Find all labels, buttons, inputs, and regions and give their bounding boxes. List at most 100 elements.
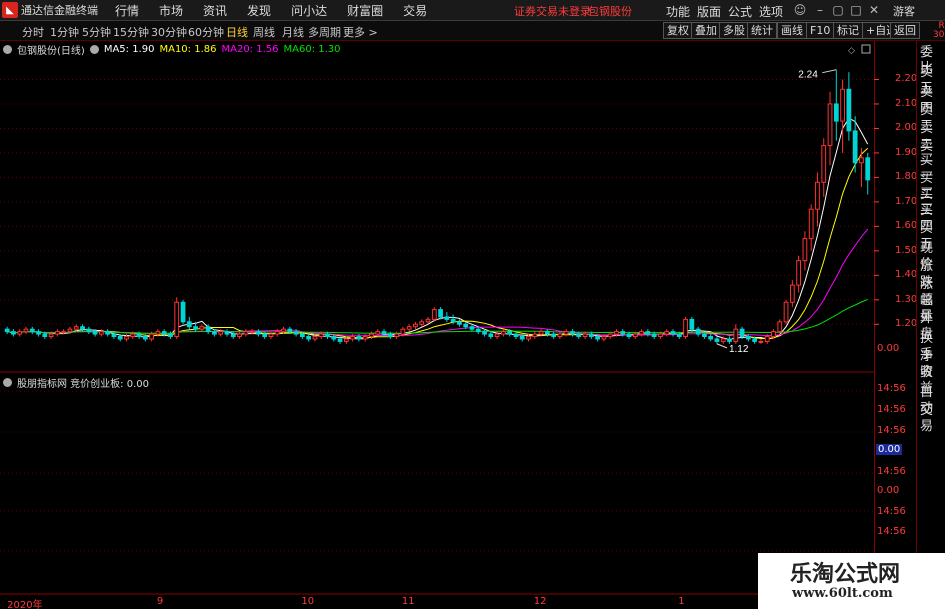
- side-item-20[interactable]: 交易: [920, 403, 945, 435]
- price-label-0: 1.20: [895, 318, 918, 330]
- guest-login[interactable]: 游客: [893, 3, 915, 19]
- toolbar-button-6[interactable]: 标记: [833, 22, 863, 39]
- candle-body: [507, 331, 513, 335]
- menu-item-4[interactable]: 问小达: [291, 2, 327, 19]
- watermark-title: 乐淘公式网: [790, 561, 901, 587]
- candle-body: [29, 328, 35, 333]
- candle-body: [117, 336, 123, 340]
- price-label-6: 1.80: [895, 171, 918, 183]
- sub-axis-label-2: 14:56: [877, 404, 906, 415]
- period-6[interactable]: 日线: [226, 24, 248, 40]
- menu-function[interactable]: 功能: [666, 3, 690, 20]
- side-r-badge: R 300: [933, 22, 945, 40]
- candle-body: [42, 333, 48, 338]
- candle-body: [808, 208, 814, 240]
- toolbar-button-1[interactable]: 叠加: [691, 22, 721, 39]
- menu-layout[interactable]: 版面: [697, 3, 721, 20]
- series-ma10: [7, 147, 869, 339]
- menu-formula[interactable]: 公式: [728, 3, 752, 20]
- candle-body: [664, 331, 670, 335]
- candle-body: [168, 333, 173, 338]
- candle-body: [821, 145, 827, 183]
- period-9[interactable]: 多周期: [308, 24, 341, 40]
- maximize-icon[interactable]: □: [848, 2, 864, 18]
- candle-body: [733, 328, 739, 342]
- candle-body: [80, 326, 85, 330]
- candle-body: [23, 328, 29, 333]
- candle-body: [337, 338, 343, 342]
- candle-body: [752, 338, 758, 342]
- series-ma60: [7, 298, 868, 334]
- series-ma5: [7, 117, 869, 341]
- period-3[interactable]: 15分钟: [113, 24, 149, 40]
- price-label-9: 2.10: [895, 97, 918, 109]
- candle-body: [702, 333, 707, 338]
- candle-body: [595, 336, 600, 340]
- trade-login-notice[interactable]: 证券交易未登录: [514, 3, 591, 19]
- candle-body: [658, 333, 663, 338]
- candle-body: [494, 333, 500, 338]
- candle-body: [343, 338, 349, 342]
- period-2[interactable]: 5分钟: [82, 24, 111, 40]
- toolbar-button-8[interactable]: 返回: [890, 22, 920, 39]
- user-icon[interactable]: ☺: [792, 2, 808, 18]
- period-4[interactable]: 30分钟: [151, 24, 187, 40]
- restore-icon[interactable]: ▢: [830, 2, 846, 18]
- menu-item-2[interactable]: 资讯: [203, 2, 227, 19]
- toolbar-button-4[interactable]: 画线: [777, 22, 807, 39]
- candle-body: [105, 331, 111, 335]
- menu-item-6[interactable]: 交易: [403, 2, 427, 19]
- menu-item-5[interactable]: 财富圈: [347, 2, 383, 19]
- candle-body: [180, 301, 186, 323]
- candle-body: [4, 328, 10, 333]
- period-8[interactable]: 月线: [282, 24, 304, 40]
- period-5[interactable]: 60分钟: [188, 24, 224, 40]
- candle-body: [400, 328, 406, 335]
- legend-toggle-icon[interactable]: [89, 45, 99, 54]
- period-10[interactable]: 更多 >: [343, 24, 378, 40]
- indicator-chart[interactable]: [0, 373, 874, 595]
- time-tick-2: 10: [301, 596, 315, 607]
- period-1[interactable]: 1分钟: [50, 24, 79, 40]
- candle-body: [626, 333, 632, 338]
- toolbar-button-5[interactable]: F10: [806, 22, 835, 39]
- period-toolbar: 分时 1分钟 5分钟 15分钟 30分钟 60分钟 日线 周线 月线 多周期 更多 > 复权 叠加 多股统…: [0, 21, 945, 41]
- kline-chart[interactable]: 2.24 1.12 ◇: [0, 41, 874, 373]
- candle-body: [463, 323, 469, 328]
- legend-toggle-icon[interactable]: [3, 45, 12, 54]
- toolbar-button-2[interactable]: 多股: [719, 22, 749, 39]
- current-stock-name[interactable]: 包钢股份: [588, 3, 632, 19]
- candle-body: [224, 331, 230, 335]
- ma10-label: MA10: 1.86: [159, 44, 217, 55]
- toolbar-button-3[interactable]: 统计: [747, 22, 777, 39]
- legend-toggle-icon[interactable]: [3, 378, 12, 387]
- close-icon[interactable]: ✕: [866, 2, 882, 18]
- toolbar-button-0[interactable]: 复权: [663, 22, 693, 39]
- kline-svg: 2.24 1.12 ◇: [0, 44, 874, 373]
- price-label-2: 1.40: [895, 269, 918, 281]
- candle-body: [526, 336, 531, 340]
- candle-body: [136, 333, 142, 338]
- menu-options[interactable]: 选项: [759, 3, 783, 20]
- candle-body: [369, 333, 374, 338]
- candle-body: [92, 331, 98, 335]
- period-7[interactable]: 周线: [253, 24, 275, 40]
- candle-body: [274, 331, 280, 335]
- candle-body: [859, 157, 864, 164]
- candle-body: [519, 336, 525, 340]
- candle-body: [827, 103, 833, 147]
- candle-body: [413, 323, 418, 328]
- menu-item-1[interactable]: 市场: [159, 2, 183, 19]
- period-0[interactable]: 分时: [22, 24, 44, 40]
- menu-item-3[interactable]: 发现: [247, 2, 271, 19]
- menu-item-0[interactable]: 行情: [115, 2, 139, 19]
- candle-body: [243, 331, 249, 335]
- candle-body: [714, 338, 720, 342]
- minimize-icon[interactable]: –: [812, 2, 828, 18]
- app-window: ◣ 通达信金融终端 行情 市场 资讯 发现 问小达 财富圈 交易 证券交易未登录 包钢股份 …: [0, 0, 945, 609]
- low-annotation: 1.12: [729, 344, 749, 355]
- candle-body: [607, 333, 613, 338]
- candle-body: [36, 331, 41, 335]
- high-annotation: 2.24: [798, 70, 818, 81]
- candle-body: [739, 328, 745, 338]
